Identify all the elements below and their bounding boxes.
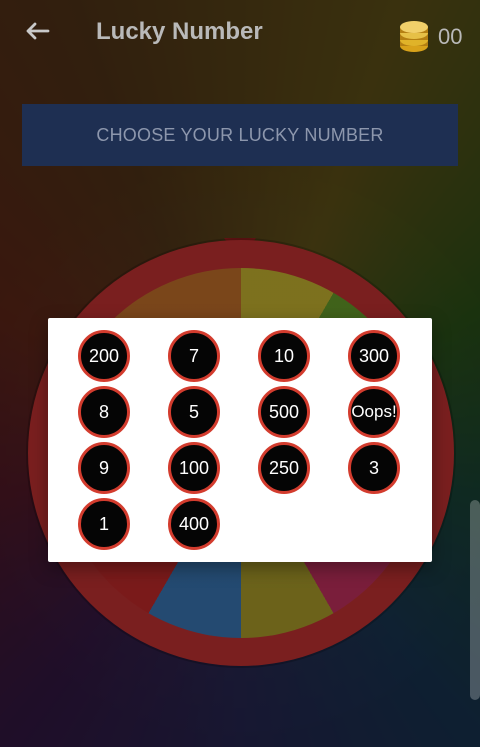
number-option[interactable]: 100 xyxy=(168,442,220,494)
number-option[interactable]: 9 xyxy=(78,442,130,494)
back-arrow-icon[interactable] xyxy=(22,16,52,46)
page-title: Lucky Number xyxy=(96,18,263,45)
number-option[interactable]: 200 xyxy=(78,330,130,382)
scroll-indicator xyxy=(470,500,480,700)
back-arrow-svg xyxy=(26,22,50,40)
number-picker-dialog: 200 7 10 300 8 5 500 Oops! 9 100 250 3 1… xyxy=(48,318,432,562)
number-option[interactable]: 7 xyxy=(168,330,220,382)
number-option[interactable]: Oops! xyxy=(348,386,400,438)
coins-svg xyxy=(400,21,428,52)
number-option[interactable]: 1 xyxy=(78,498,130,550)
number-option[interactable]: 3 xyxy=(348,442,400,494)
number-option[interactable]: 5 xyxy=(168,386,220,438)
number-option[interactable]: 250 xyxy=(258,442,310,494)
choose-lucky-number-button[interactable]: CHOOSE YOUR LUCKY NUMBER xyxy=(22,104,458,166)
number-option[interactable]: 300 xyxy=(348,330,400,382)
coin-count: 00 xyxy=(438,24,463,49)
number-option[interactable]: 400 xyxy=(168,498,220,550)
app-bar: Lucky Number 00 xyxy=(0,0,480,68)
number-option[interactable]: 500 xyxy=(258,386,310,438)
coins-icon xyxy=(396,18,432,54)
number-option[interactable]: 10 xyxy=(258,330,310,382)
number-option[interactable]: 8 xyxy=(78,386,130,438)
